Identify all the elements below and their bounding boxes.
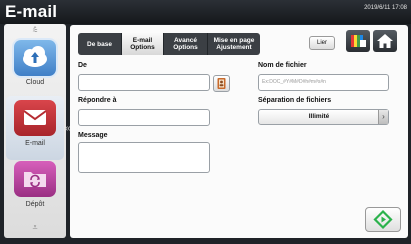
scroll-up-icon[interactable]: ⩯	[4, 26, 66, 35]
function-rail: ⩯ Cloud E-mail Dépôt ⩡	[4, 24, 66, 238]
tab-advanced-options[interactable]: Avancé Options	[164, 33, 208, 55]
envelope-icon	[23, 110, 47, 125]
message-label: Message	[78, 132, 108, 139]
tab-email-options[interactable]: E-mail Options	[122, 33, 164, 55]
color-button[interactable]	[346, 30, 370, 52]
file-separation-label: Séparation de fichiers	[258, 97, 332, 104]
rail-label-cloud: Cloud	[25, 79, 45, 86]
from-field[interactable]	[78, 74, 210, 91]
start-diamond-icon	[373, 209, 393, 230]
datetime: 2019/6/11 17:08	[364, 5, 407, 11]
cloud-button[interactable]	[14, 40, 56, 76]
tab-bar: De base E-mail Options Avancé Options Mi…	[78, 33, 260, 55]
chevron-right-icon: ›	[378, 110, 388, 124]
address-book-icon	[217, 78, 226, 89]
link-button[interactable]: Lier	[309, 36, 335, 50]
title-bar: E-mail 2019/6/11 17:08	[0, 0, 411, 24]
rail-label-email: E-mail	[25, 140, 45, 147]
reply-to-field[interactable]	[78, 109, 210, 126]
address-book-button[interactable]	[213, 75, 230, 92]
scroll-down-icon[interactable]: ⩡	[4, 223, 66, 232]
app-title: E-mail	[5, 2, 58, 21]
filename-field[interactable]: Ex:DOC_#Y#M#D#h#m#s#n	[258, 74, 389, 91]
filename-placeholder: Ex:DOC_#Y#M#D#h#m#s#n	[262, 79, 326, 85]
reply-to-label: Répondre à	[78, 97, 117, 104]
start-scan-button[interactable]	[365, 207, 401, 232]
home-button[interactable]	[373, 30, 397, 52]
message-field[interactable]	[78, 142, 210, 173]
from-label: De	[78, 62, 87, 69]
folder-sync-icon	[24, 172, 46, 188]
rail-label-depot: Dépôt	[25, 201, 45, 208]
filename-label: Nom de fichier	[258, 62, 307, 69]
tab-layout-adjustment[interactable]: Mise en page Ajustement	[208, 33, 260, 55]
depot-button[interactable]	[14, 161, 56, 197]
file-separation-value: Illimité	[308, 113, 330, 120]
file-separation-select[interactable]: Illimité ›	[258, 109, 389, 125]
email-button[interactable]	[14, 100, 56, 136]
color-palette-icon	[351, 35, 366, 47]
cloud-upload-icon	[23, 46, 47, 67]
tab-basic[interactable]: De base	[78, 33, 122, 55]
settings-panel: De base E-mail Options Avancé Options Mi…	[70, 25, 408, 238]
home-icon	[377, 34, 393, 48]
